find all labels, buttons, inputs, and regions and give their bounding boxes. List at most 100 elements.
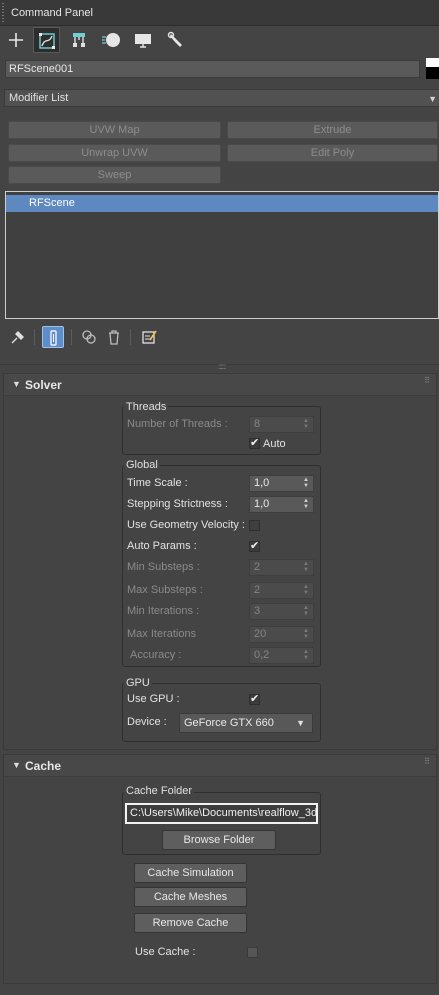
num-threads-spinner[interactable]: 8 ▲ ▼ [249,416,314,433]
max-substeps-label: Max Substeps : [127,584,203,596]
toolbar-divider [34,329,35,345]
stepping-strictness-spinner[interactable]: 1,0 ▲ ▼ [249,496,314,513]
remove-cache-button[interactable]: Remove Cache [134,913,247,933]
unwrap-uvw-button[interactable]: Unwrap UVW [8,144,221,162]
spinner-arrows-icon: ▲ ▼ [303,477,309,489]
collapse-triangle-icon: ▼ [12,379,21,389]
uvw-map-button[interactable]: UVW Map [8,121,221,139]
solver-rollout: ▼ Solver ⠿ Threads Number of Threads : 8… [3,373,437,750]
utilities-wrench-icon [167,31,182,47]
drag-grip[interactable] [2,3,4,23]
remove-modifier-button[interactable] [103,326,125,348]
hierarchy-tab[interactable] [66,27,93,53]
modify-icon [39,33,55,49]
stack-toolbar [0,326,439,348]
accuracy-label: Accuracy : [130,649,182,661]
sweep-button[interactable]: Sweep [8,166,221,184]
modifier-stack[interactable]: RFScene [5,191,439,319]
min-iterations-value: 3 [254,605,261,617]
time-scale-spinner[interactable]: 1,0 ▲ ▼ [249,475,314,492]
motion-icon [102,33,120,47]
use-geometry-velocity-checkbox[interactable] [249,520,260,531]
spinner-arrows-icon: ▲ ▼ [303,418,309,430]
use-cache-checkbox[interactable] [247,947,258,958]
auto-params-label: Auto Params : [127,540,197,552]
cache-meshes-button[interactable]: Cache Meshes [134,887,247,907]
global-group-title: Global [124,459,160,471]
num-threads-value: 8 [254,418,261,430]
collapse-triangle-icon: ▼ [12,760,21,770]
rollout-grip: ⠿ [424,757,430,766]
pin-stack-icon [11,331,24,344]
max-substeps-spinner[interactable]: 2 ▲ ▼ [249,582,314,599]
cache-folder-path-field[interactable]: C:\Users\Mike\Documents\realflow_3d [125,803,318,824]
use-geometry-velocity-label: Use Geometry Velocity : [127,519,245,531]
modifier-list-label: Modifier List [9,92,69,104]
gpu-device-dropdown[interactable]: GeForce GTX 660 ▼ [179,713,313,733]
min-iterations-label: Min Iterations : [127,605,200,617]
motion-tab[interactable] [97,27,124,53]
auto-threads-label: Auto [263,438,286,450]
show-end-result-button[interactable] [42,326,64,348]
rollout-grip: ⠿ [424,376,430,385]
min-substeps-value: 2 [254,561,261,573]
display-tab[interactable] [130,27,157,53]
max-iterations-label: Max Iterations [127,628,197,640]
threads-group-title: Threads [124,401,169,413]
browse-folder-button[interactable]: Browse Folder [162,830,276,850]
spinner-arrows-icon: ▲ ▼ [303,561,309,573]
utilities-tab[interactable] [163,27,190,53]
create-tab[interactable] [3,27,30,53]
max-substeps-value: 2 [254,584,261,596]
cache-rollout: ▼ Cache ⠿ Cache Folder C:\Users\Mike\Doc… [3,754,437,984]
cache-rollout-title: Cache [25,759,62,773]
pin-stack-button[interactable] [7,326,29,348]
modifier-list-dropdown[interactable]: Modifier List ▼ [4,89,439,107]
min-iterations-spinner[interactable]: 3 ▲ ▼ [249,603,314,620]
panel-splitter[interactable]: :::::: [0,362,439,371]
cache-simulation-button[interactable]: Cache Simulation [134,863,247,883]
cache-rollout-header[interactable]: ▼ Cache ⠿ [4,755,436,777]
object-color-swatch[interactable] [426,58,439,79]
accuracy-value: 0,2 [254,649,270,661]
spinner-arrows-icon: ▲ ▼ [303,605,309,617]
title-bar: Command Panel [0,0,439,26]
stack-item-rfscene[interactable]: RFScene [6,195,438,212]
display-icon [135,34,151,48]
max-iterations-spinner[interactable]: 20 ▲ ▼ [249,626,314,643]
show-end-result-icon [50,330,57,346]
use-gpu-checkbox[interactable] [249,692,260,705]
time-scale-value: 1,0 [254,477,270,489]
max-iterations-value: 20 [254,628,267,640]
configure-modifier-sets-icon [142,330,157,344]
create-plus-icon [9,33,23,47]
extrude-button[interactable]: Extrude [227,121,438,139]
configure-modifier-sets-button[interactable] [138,326,160,348]
object-name-field[interactable]: RFScene001 [5,60,420,78]
spinner-arrows-icon: ▲ ▼ [303,584,309,596]
device-label: Device : [127,716,167,728]
make-unique-button[interactable] [78,326,100,348]
chevron-down-icon: ▼ [428,94,437,104]
chevron-down-icon: ▼ [296,718,305,728]
gpu-group-title: GPU [124,677,152,689]
solver-rollout-header[interactable]: ▼ Solver ⠿ [4,374,436,396]
auto-threads-checkbox[interactable] [249,436,260,449]
hierarchy-icon [73,33,85,47]
use-gpu-label: Use GPU : [127,693,180,705]
min-substeps-spinner[interactable]: 2 ▲ ▼ [249,559,314,576]
spinner-arrows-icon: ▲ ▼ [303,628,309,640]
make-unique-icon [82,330,96,344]
accuracy-spinner[interactable]: 0,2 ▲ ▼ [249,647,314,664]
spinner-arrows-icon: ▲ ▼ [303,498,309,510]
use-cache-label: Use Cache : [135,946,196,958]
gpu-device-value: GeForce GTX 660 [184,717,274,729]
cache-folder-group-title: Cache Folder [124,785,195,797]
solver-rollout-title: Solver [25,378,62,392]
toolbar-divider [130,329,131,345]
modify-tab[interactable] [33,27,60,53]
stepping-strictness-label: Stepping Strictness : [127,498,228,510]
edit-poly-button[interactable]: Edit Poly [227,144,438,162]
spinner-arrows-icon: ▲ ▼ [303,649,309,661]
auto-params-checkbox[interactable] [249,539,260,552]
